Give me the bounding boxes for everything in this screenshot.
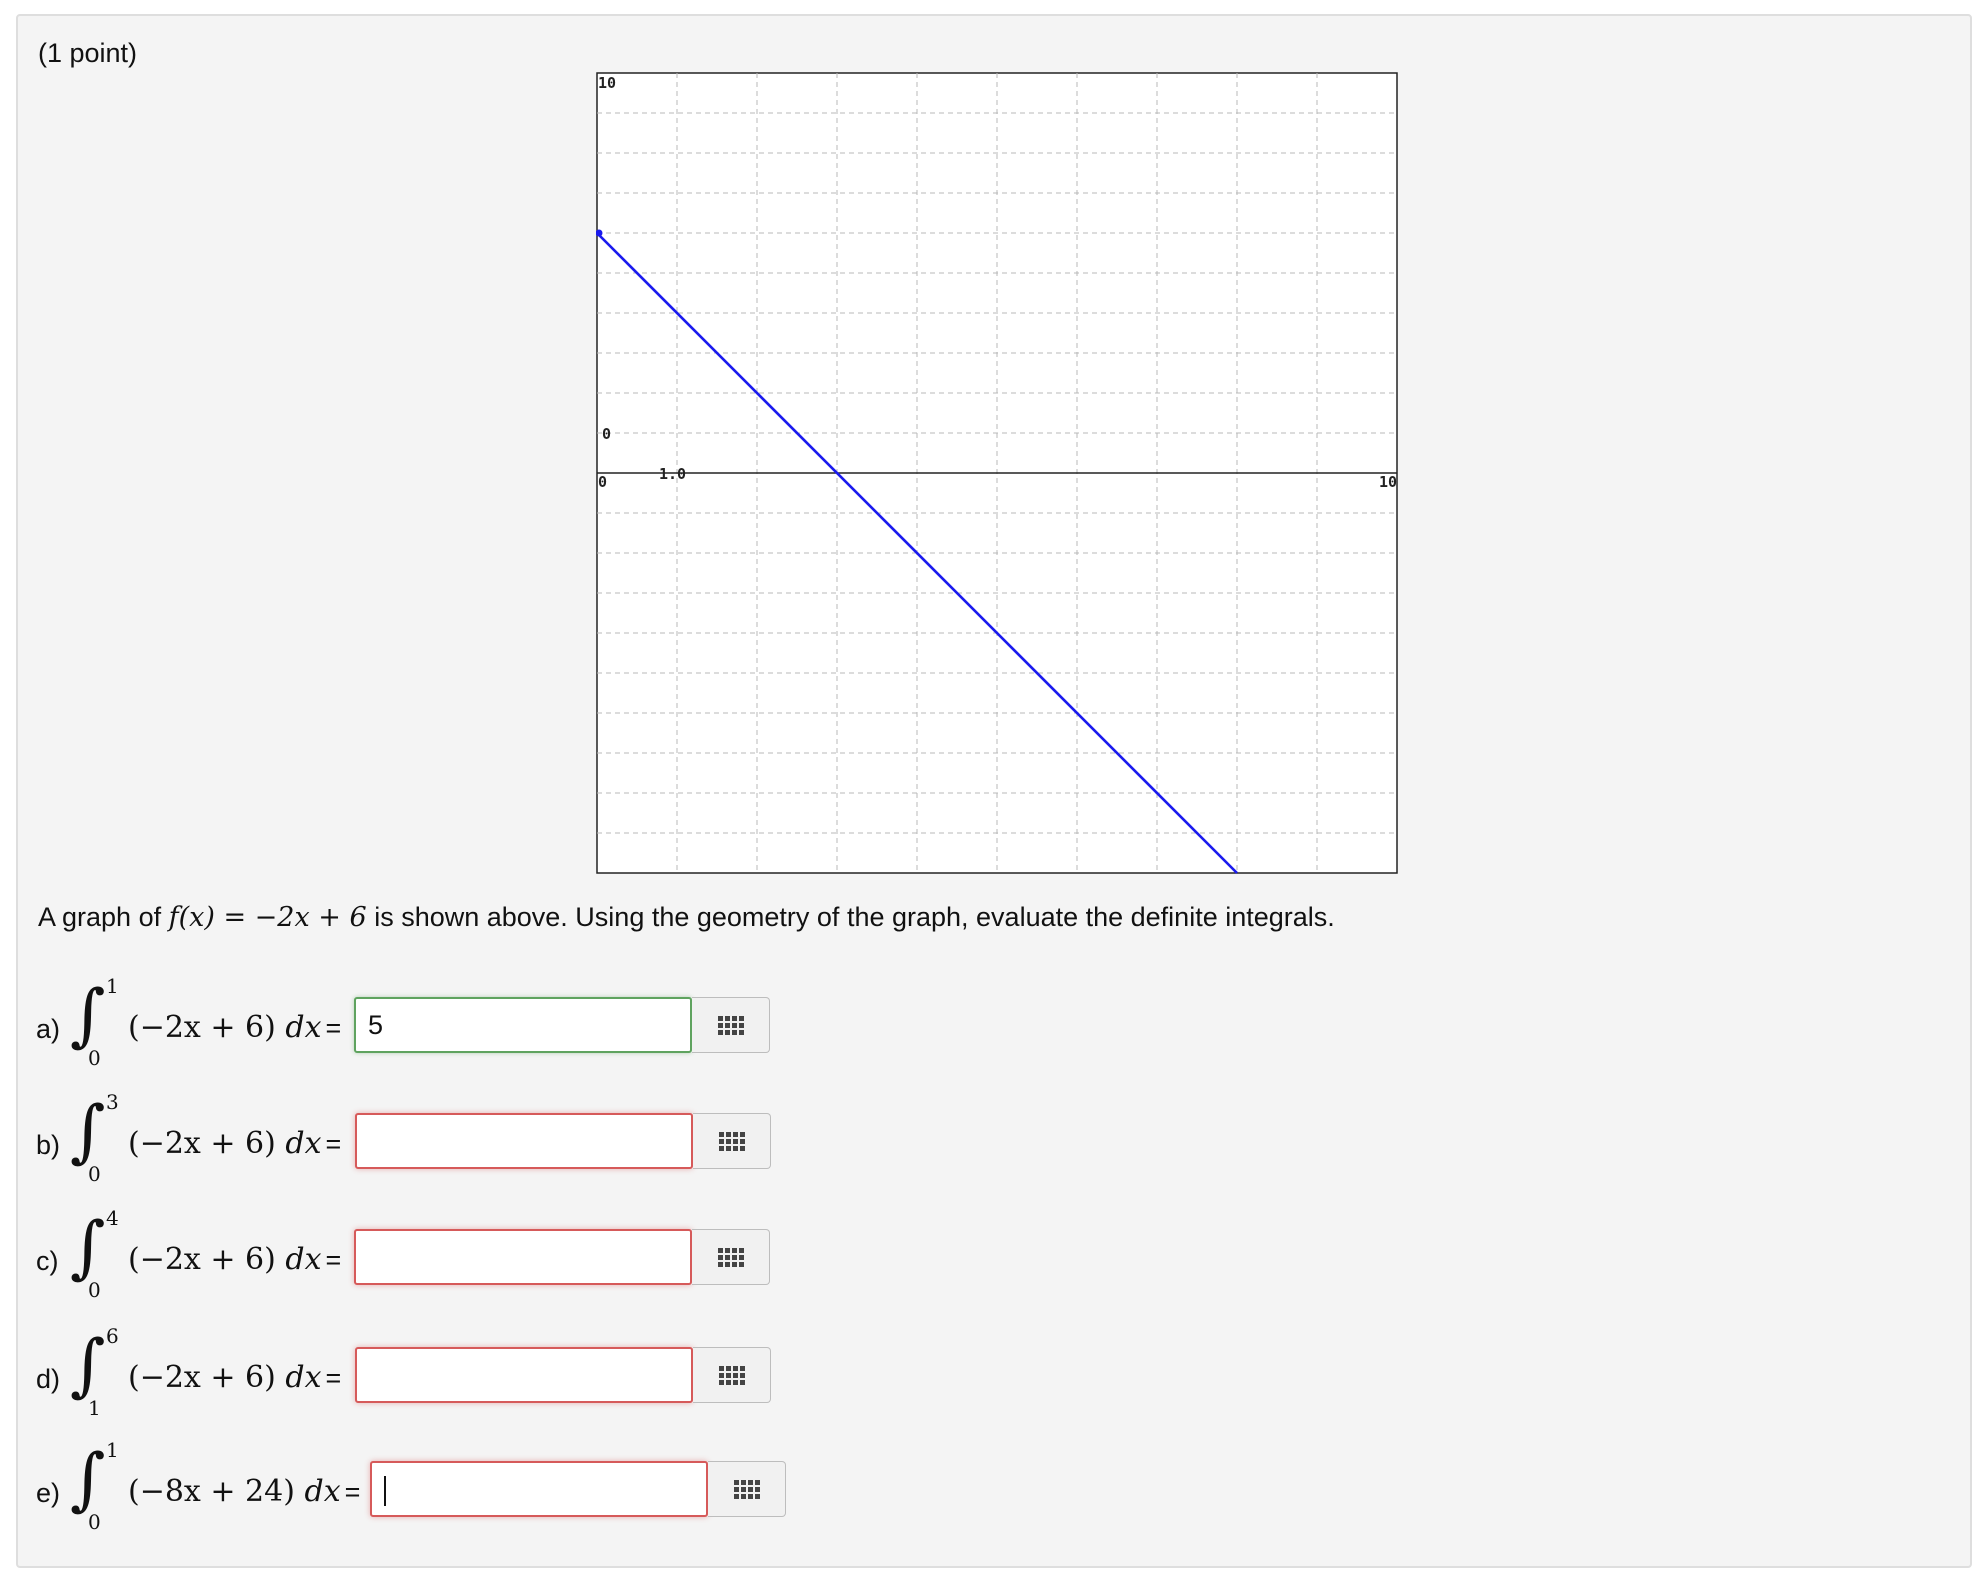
upper-limit: 1 (106, 1438, 119, 1462)
keypad-grid-icon (733, 1479, 760, 1499)
question-label: a) (36, 1014, 61, 1044)
question-b: b) ∫ 3 0 (−2x + 6) dx = (18, 1080, 918, 1200)
differential: dx (285, 1010, 322, 1045)
integrand: (−2x + 6) dx = (128, 1010, 341, 1045)
x-right-tick-label: 10 (1379, 473, 1397, 491)
function-graph: 10 0 0 1.0 10 (596, 72, 1398, 874)
x-one-tick-label: 1.0 (659, 465, 686, 483)
differential: dx (304, 1474, 341, 1509)
equals-sign: = (344, 1477, 361, 1507)
integrand: (−2x + 6) dx = (128, 1126, 341, 1161)
upper-limit: 6 (106, 1324, 119, 1348)
equation-editor-button[interactable] (693, 1113, 771, 1169)
problem-prompt: A graph of f(x) = −2x + 6 is shown above… (38, 902, 1335, 933)
equation-editor-button[interactable] (708, 1461, 786, 1517)
integrand: (−2x + 6) dx = (128, 1360, 341, 1395)
equals-sign: = (325, 1245, 342, 1275)
question-a: a) ∫ 1 0 (−2x + 6) dx = (18, 964, 918, 1084)
lower-limit: 0 (88, 1510, 101, 1534)
answer-input-b[interactable] (355, 1113, 693, 1169)
equation-editor-button[interactable] (693, 1347, 771, 1403)
upper-limit: 1 (106, 974, 119, 998)
points-label: (1 point) (38, 38, 138, 68)
upper-limit: 4 (106, 1206, 119, 1230)
question-label: e) (36, 1478, 61, 1508)
integral-sign-icon: ∫ (70, 1092, 106, 1171)
differential: dx (285, 1242, 322, 1277)
equation-editor-button[interactable] (692, 997, 770, 1053)
differential: dx (285, 1126, 322, 1161)
prompt-function: f(x) = −2x + 6 (168, 902, 367, 933)
prompt-text-after: is shown above. Using the geometry of th… (366, 902, 1335, 932)
graph-canvas: 10 0 0 1.0 10 (596, 72, 1398, 874)
prompt-text-before: A graph of (38, 902, 169, 932)
keypad-grid-icon (718, 1365, 745, 1385)
integral-sign-icon: ∫ (70, 1208, 106, 1287)
integral-sign-icon: ∫ (70, 1326, 106, 1405)
equals-sign: = (325, 1363, 342, 1393)
problem-panel: (1 point) 10 0 0 1.0 10 A graph of f(x) … (16, 14, 1972, 1568)
integrand: (−2x + 6) dx = (128, 1242, 341, 1277)
keypad-grid-icon (718, 1131, 745, 1151)
answer-input-d[interactable] (355, 1347, 693, 1403)
integrand-expression: (−2x + 6) (128, 1010, 276, 1045)
y-zero-tick-label: 0 (602, 425, 611, 443)
integrand-expression: (−2x + 6) (128, 1360, 276, 1395)
equals-sign: = (325, 1013, 342, 1043)
integrand-expression: (−2x + 6) (128, 1242, 276, 1277)
integrand-expression: (−2x + 6) (128, 1126, 276, 1161)
lower-limit: 0 (88, 1162, 101, 1186)
text-cursor (384, 1476, 386, 1506)
question-d: d) ∫ 6 1 (−2x + 6) dx = (18, 1314, 918, 1434)
upper-limit: 3 (106, 1090, 119, 1114)
lower-limit: 1 (88, 1396, 101, 1420)
integral-sign-icon: ∫ (70, 1440, 106, 1519)
equals-sign: = (325, 1129, 342, 1159)
y-top-tick-label: 10 (598, 74, 616, 92)
answer-input-a[interactable] (354, 997, 692, 1053)
x-origin-tick-label: 0 (598, 473, 607, 491)
keypad-grid-icon (717, 1247, 744, 1267)
equation-editor-button[interactable] (692, 1229, 770, 1285)
question-label: d) (36, 1364, 61, 1394)
question-label: b) (36, 1130, 61, 1160)
answer-input-e[interactable] (370, 1461, 708, 1517)
question-c: c) ∫ 4 0 (−2x + 6) dx = (18, 1196, 918, 1316)
differential: dx (285, 1360, 322, 1395)
lower-limit: 0 (88, 1046, 101, 1070)
lower-limit: 0 (88, 1278, 101, 1302)
integral-sign-icon: ∫ (70, 976, 106, 1055)
integrand-expression: (−8x + 24) (128, 1474, 295, 1509)
integrand: (−8x + 24) dx = (128, 1474, 360, 1509)
question-label: c) (36, 1246, 59, 1276)
question-e: e) ∫ 1 0 (−8x + 24) dx = (18, 1428, 918, 1548)
keypad-grid-icon (717, 1015, 744, 1035)
answer-input-c[interactable] (354, 1229, 692, 1285)
